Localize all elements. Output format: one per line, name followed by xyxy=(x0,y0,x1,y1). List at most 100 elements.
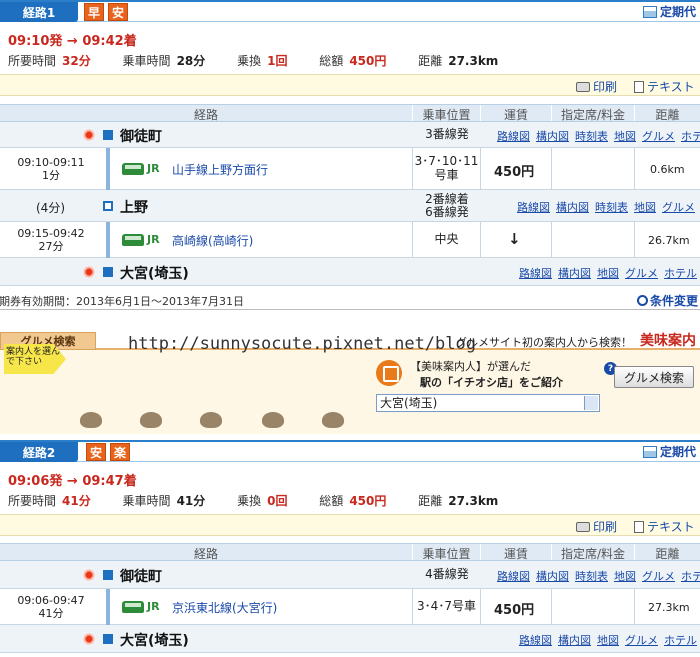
route2-print-button[interactable]: 印刷 xyxy=(576,518,617,535)
link-map[interactable]: 地図 xyxy=(614,568,636,584)
food-thumbnail[interactable] xyxy=(140,412,162,428)
station-marker-icon xyxy=(103,130,113,140)
route1-segment-1: 09:10-09:11 1分 JR 山手線上野方面行 3･7･10･11 号車 4… xyxy=(0,148,700,190)
printer-icon xyxy=(576,521,590,532)
station-marker-icon xyxy=(103,634,113,644)
route2-badge-easy: 楽 xyxy=(110,443,130,461)
food-thumbnail[interactable] xyxy=(322,412,344,428)
station-links: 路線図 構内図 地図 グルメ ホテル xyxy=(519,265,697,281)
guide-arrow-sign: 案内人を選んで下さい xyxy=(4,344,66,374)
commuter-pass-icon xyxy=(642,445,657,458)
train-icon xyxy=(122,234,144,246)
text-doc-icon xyxy=(634,520,644,533)
link-map[interactable]: 地図 xyxy=(597,265,619,281)
route2-station-okachimachi: 御徒町 4番線発 路線図 構内図 時刻表 地図 グルメ ホテル xyxy=(0,561,700,589)
link-route-map[interactable]: 路線図 xyxy=(497,128,530,144)
route1-station-ueno: (4分) 上野 2番線着 6番線発 路線図 構内図 時刻表 地図 グルメ xyxy=(0,190,700,222)
route1-station-okachimachi: 御徒町 3番線発 路線図 構内図 時刻表 地図 グルメ ホテル xyxy=(0,122,700,148)
arrival-sun-icon xyxy=(82,265,96,279)
food-thumbnail[interactable] xyxy=(80,412,102,428)
link-timetable[interactable]: 時刻表 xyxy=(575,568,608,584)
condition-change-link[interactable]: 条件変更 xyxy=(636,292,698,309)
station-marker-icon xyxy=(103,267,113,277)
link-station-map[interactable]: 構内図 xyxy=(536,128,569,144)
train-icon xyxy=(122,163,144,175)
link-route-map[interactable]: 路線図 xyxy=(517,199,550,215)
commuter-pass-icon xyxy=(642,5,657,18)
link-gourmet[interactable]: グルメ xyxy=(642,568,675,584)
line-name-link[interactable]: 京浜東北線(大宮行) xyxy=(172,599,277,616)
transfer-station-icon xyxy=(103,201,113,211)
link-timetable[interactable]: 時刻表 xyxy=(595,199,628,215)
route2-print-bar: 印刷 テキスト xyxy=(0,514,700,536)
link-gourmet[interactable]: グルメ xyxy=(642,128,675,144)
route1-summary: 所要時間 32分 乗車時間 28分 乗換 1回 総額 450円 距離 27.3km xyxy=(8,54,499,68)
magnifier-icon xyxy=(636,295,648,306)
station-links: 路線図 構内図 時刻表 地図 グルメ ホテル xyxy=(497,128,700,144)
printer-icon xyxy=(576,81,590,92)
text-doc-icon xyxy=(634,80,644,93)
line-name-link[interactable]: 山手線上野方面行 xyxy=(172,161,268,178)
route2-badge-cheap: 安 xyxy=(86,443,106,461)
line-name-link[interactable]: 高崎線(高崎行) xyxy=(172,232,253,249)
link-map[interactable]: 地図 xyxy=(634,199,656,215)
link-hotel[interactable]: ホテル xyxy=(664,265,697,281)
route1-badge-fast: 早 xyxy=(84,3,104,21)
route2-teiki-link[interactable]: 定期代 xyxy=(642,443,696,460)
route2-station-omiya: 大宮(埼玉) 路線図 構内図 地図 グルメ ホテル xyxy=(0,625,700,653)
link-route-map[interactable]: 路線図 xyxy=(519,265,552,281)
station-links: 路線図 構内図 地図 グルメ ホテル xyxy=(519,632,697,648)
station-marker-icon xyxy=(103,570,113,580)
route1-badge-cheap: 安 xyxy=(108,3,128,21)
link-route-map[interactable]: 路線図 xyxy=(497,568,530,584)
route1-tab[interactable]: 経路1 xyxy=(0,2,78,22)
route2-tab[interactable]: 経路2 xyxy=(0,442,78,462)
link-hotel[interactable]: ホテル xyxy=(664,632,697,648)
link-route-map[interactable]: 路線図 xyxy=(519,632,552,648)
route1-print-bar: 印刷 テキスト xyxy=(0,74,700,96)
link-map[interactable]: 地図 xyxy=(614,128,636,144)
station-links: 路線図 構内図 時刻表 地図 グルメ xyxy=(517,199,695,215)
route1-table-header: 経路 乗車位置 運賃 指定席/料金 距離 xyxy=(0,104,700,122)
link-station-map[interactable]: 構内図 xyxy=(536,568,569,584)
link-gourmet[interactable]: グルメ xyxy=(625,632,658,648)
station-guide-icon xyxy=(376,360,402,386)
route1-times: 09:10発 → 09:42着 xyxy=(8,34,137,49)
link-station-map[interactable]: 構内図 xyxy=(558,632,591,648)
commuter-validity: 定期券有効期間：2013年6月1日～2013年7月31日 xyxy=(0,295,244,308)
food-thumbnail[interactable] xyxy=(200,412,222,428)
blog-watermark: http://sunnysocute.pixnet.net/blog xyxy=(128,334,476,354)
route2-header: 経路2 安 楽 定期代 xyxy=(0,440,700,462)
link-station-map[interactable]: 構内図 xyxy=(556,199,589,215)
link-station-map[interactable]: 構内図 xyxy=(558,265,591,281)
gourmet-search-button[interactable]: グルメ検索 xyxy=(614,366,694,388)
gourmet-description: グルメサイト初の案内人から検索！ xyxy=(456,336,632,349)
route1-text-button[interactable]: テキスト xyxy=(634,78,695,95)
link-gourmet[interactable]: グルメ xyxy=(625,265,658,281)
route1-header: 経路1 早 安 定期代 xyxy=(0,0,700,22)
gourmet-station-select[interactable]: 大宮(埼玉) xyxy=(376,394,600,412)
validity-row: 定期券有効期間：2013年6月1日～2013年7月31日 条件変更 xyxy=(0,292,700,310)
route1-segment-2: 09:15-09:42 27分 JR 高崎線(高崎行) 中央 ↓ 26.7km xyxy=(0,222,700,258)
route1-station-omiya: 大宮(埼玉) 路線図 構内図 地図 グルメ ホテル xyxy=(0,258,700,286)
departure-sun-icon xyxy=(82,568,96,582)
link-map[interactable]: 地図 xyxy=(597,632,619,648)
link-timetable[interactable]: 時刻表 xyxy=(575,128,608,144)
station-links: 路線図 構内図 時刻表 地図 グルメ ホテル xyxy=(497,568,700,584)
link-hotel[interactable]: ホテル xyxy=(681,128,700,144)
food-thumbnail[interactable] xyxy=(262,412,284,428)
route2-segment-1: 09:06-09:47 41分 JR 京浜東北線(大宮行) 3･4･7号車 450… xyxy=(0,589,700,625)
departure-sun-icon xyxy=(82,128,96,142)
route2-summary: 所要時間 41分 乗車時間 41分 乗換 0回 総額 450円 距離 27.3km xyxy=(8,494,499,508)
arrival-sun-icon xyxy=(82,632,96,646)
train-icon xyxy=(122,601,144,613)
route2-text-button[interactable]: テキスト xyxy=(634,518,695,535)
chevron-down-icon xyxy=(584,396,598,410)
link-hotel[interactable]: ホテル xyxy=(681,568,700,584)
bimi-annai-logo: 美味案内 xyxy=(640,333,696,349)
link-gourmet[interactable]: グルメ xyxy=(662,199,695,215)
gourmet-banner: グルメ検索 http://sunnysocute.pixnet.net/blog… xyxy=(0,318,700,434)
route1-teiki-link[interactable]: 定期代 xyxy=(642,3,696,20)
route2-times: 09:06発 → 09:47着 xyxy=(8,474,137,489)
route1-print-button[interactable]: 印刷 xyxy=(576,78,617,95)
